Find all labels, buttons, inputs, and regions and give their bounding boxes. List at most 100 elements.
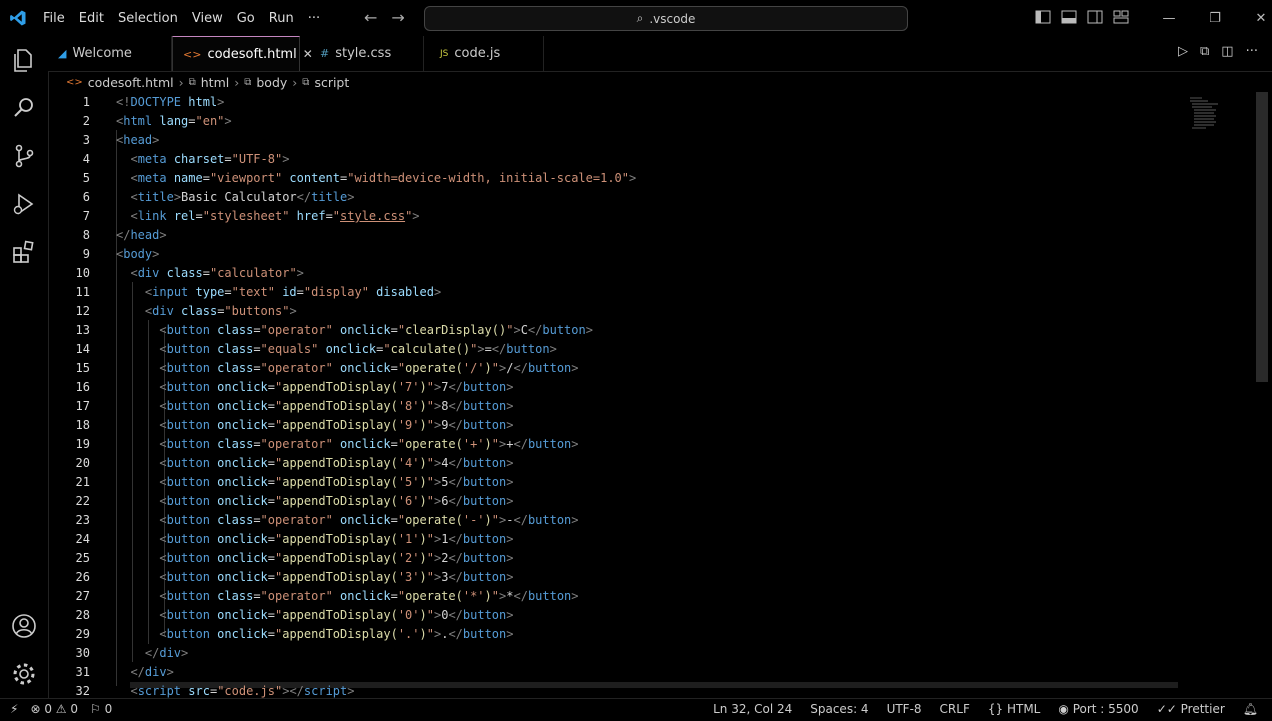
encoding[interactable]: UTF-8	[887, 702, 922, 716]
code-token: onclick	[209, 456, 268, 470]
source-control-icon[interactable]	[10, 142, 38, 170]
code-token: >	[506, 570, 514, 584]
code-line[interactable]: 11 <input type="text" id="display" disab…	[48, 283, 1168, 302]
ports-indicator[interactable]: ⚐ 0	[90, 702, 112, 716]
code-token: =	[253, 323, 261, 337]
tab-codesoft-html[interactable]: <> codesoft.html ✕	[172, 36, 313, 71]
code-token: >	[159, 228, 167, 242]
account-icon[interactable]	[10, 612, 38, 640]
code-line[interactable]: 28 <button onclick="appendToDisplay('0')…	[48, 606, 1168, 625]
tab-style-css[interactable]: # style.css	[300, 36, 424, 71]
code-line[interactable]: 13 <button class="operator" onclick="cle…	[48, 321, 1168, 340]
menu-go[interactable]: Go	[230, 11, 262, 26]
window-controls: — ❐ ✕	[1146, 0, 1272, 36]
menu-edit[interactable]: Edit	[72, 11, 111, 26]
code-token: </	[448, 551, 463, 565]
code-line[interactable]: 5 <meta name="viewport" content="width=d…	[48, 169, 1168, 188]
code-line[interactable]: 15 <button class="operator" onclick="ope…	[48, 359, 1168, 378]
explorer-icon[interactable]	[10, 46, 38, 74]
vertical-scrollbar[interactable]	[1256, 92, 1268, 382]
code-line[interactable]: 18 <button onclick="appendToDisplay('9')…	[48, 416, 1168, 435]
code-token: operate(	[405, 361, 463, 375]
code-line[interactable]: 14 <button class="equals" onclick="calcu…	[48, 340, 1168, 359]
code-token: button	[166, 323, 210, 337]
tab-welcome[interactable]: ◢ Welcome	[48, 36, 172, 71]
cursor-position[interactable]: Ln 32, Col 24	[713, 702, 792, 716]
more-actions-icon[interactable]: ···	[1246, 44, 1258, 59]
close-window-icon[interactable]: ✕	[1238, 11, 1272, 26]
search-sidebar-icon[interactable]	[10, 94, 38, 122]
restore-icon[interactable]: ❐	[1192, 11, 1238, 26]
code-text: <button class="equals" onclick="calculat…	[116, 340, 556, 359]
toggle-sidebar-icon[interactable]	[1034, 8, 1052, 26]
code-line[interactable]: 10 <div class="calculator">	[48, 264, 1168, 283]
code-line[interactable]: 7 <link rel="stylesheet" href="style.css…	[48, 207, 1168, 226]
code-line[interactable]: 31 </div>	[48, 663, 1168, 682]
language-mode[interactable]: {} HTML	[988, 702, 1041, 716]
code-line[interactable]: 1 <!DOCTYPE html>	[48, 93, 1168, 112]
menu-more[interactable]: ···	[301, 11, 327, 26]
tab-code-js[interactable]: JS code.js	[424, 36, 544, 71]
toggle-panel-icon[interactable]	[1060, 8, 1078, 26]
code-line[interactable]: 30 </div>	[48, 644, 1168, 663]
live-server-port[interactable]: ◉ Port : 5500	[1058, 702, 1138, 716]
command-center-search[interactable]: ⌕ .vscode	[424, 6, 908, 31]
code-line[interactable]: 29 <button onclick="appendToDisplay('.')…	[48, 625, 1168, 644]
breadcrumb-body[interactable]: body	[256, 75, 287, 90]
code-line[interactable]: 19 <button class="operator" onclick="ope…	[48, 435, 1168, 454]
code-line[interactable]: 22 <button onclick="appendToDisplay('6')…	[48, 492, 1168, 511]
menu-selection[interactable]: Selection	[111, 11, 185, 26]
breadcrumb-file[interactable]: codesoft.html	[88, 75, 174, 90]
code-line[interactable]: 6 <title>Basic Calculator</title>	[48, 188, 1168, 207]
code-line[interactable]: 8 </head>	[48, 226, 1168, 245]
code-line[interactable]: 9 <body>	[48, 245, 1168, 264]
menu-file[interactable]: File	[36, 11, 72, 26]
code-line[interactable]: 21 <button onclick="appendToDisplay('5')…	[48, 473, 1168, 492]
html-file-icon: <>	[66, 76, 83, 88]
code-line[interactable]: 23 <button class="operator" onclick="ope…	[48, 511, 1168, 530]
breadcrumb-script[interactable]: script	[314, 75, 349, 90]
breadcrumb-html[interactable]: html	[201, 75, 229, 90]
split-editor-icon[interactable]: ◫	[1221, 44, 1233, 59]
back-arrow-icon[interactable]: ←	[364, 8, 377, 27]
code-line[interactable]: 24 <button onclick="appendToDisplay('1')…	[48, 530, 1168, 549]
code-line[interactable]: 17 <button onclick="appendToDisplay('8')…	[48, 397, 1168, 416]
remote-icon[interactable]: ⚡	[10, 702, 18, 716]
extensions-icon[interactable]	[10, 238, 38, 266]
line-ending[interactable]: CRLF	[940, 702, 970, 716]
code-text: <meta name="viewport" content="width=dev…	[116, 169, 636, 188]
code-line[interactable]: 27 <button class="operator" onclick="ope…	[48, 587, 1168, 606]
run-and-debug-icon[interactable]	[10, 190, 38, 218]
menu-view[interactable]: View	[185, 11, 230, 26]
code-line[interactable]: 26 <button onclick="appendToDisplay('3')…	[48, 568, 1168, 587]
indentation[interactable]: Spaces: 4	[810, 702, 868, 716]
code-line[interactable]: 20 <button onclick="appendToDisplay('4')…	[48, 454, 1168, 473]
toggle-secondary-sidebar-icon[interactable]	[1086, 8, 1104, 26]
code-token: "	[491, 361, 500, 375]
code-line[interactable]: 4 <meta charset="UTF-8">	[48, 150, 1168, 169]
forward-arrow-icon[interactable]: →	[391, 8, 404, 27]
open-changes-icon[interactable]: ⧉	[1200, 44, 1209, 59]
code-editor[interactable]: 1 <!DOCTYPE html> 2 <html lang="en"> 3 <head>…	[48, 92, 1272, 698]
code-line[interactable]: 25 <button onclick="appendToDisplay('2')…	[48, 549, 1168, 568]
notifications-bell-icon[interactable]: 🔔︎	[1243, 702, 1258, 716]
run-icon[interactable]: ▷	[1178, 44, 1188, 59]
code-line[interactable]: 3 <head>	[48, 131, 1168, 150]
code-line[interactable]: 16 <button onclick="appendToDisplay('7')…	[48, 378, 1168, 397]
code-token: class	[159, 266, 203, 280]
code-token: button	[166, 437, 210, 451]
code-token: >	[571, 589, 579, 603]
minimize-icon[interactable]: —	[1146, 11, 1192, 26]
code-line[interactable]: 32 <script src="code.js"></script>	[48, 682, 1168, 698]
prettier-status[interactable]: ✓✓ Prettier	[1157, 702, 1225, 716]
minimap[interactable]	[1188, 96, 1228, 132]
menu-run[interactable]: Run	[262, 11, 301, 26]
customize-layout-icon[interactable]	[1112, 8, 1130, 26]
code-token: </	[448, 608, 463, 622]
code-token: </	[448, 380, 463, 394]
code-line[interactable]: 2 <html lang="en">	[48, 112, 1168, 131]
problems-indicator[interactable]: ⊗ 0 ⚠ 0	[30, 702, 78, 716]
code-line[interactable]: 12 <div class="buttons">	[48, 302, 1168, 321]
settings-gear-icon[interactable]	[10, 660, 38, 688]
